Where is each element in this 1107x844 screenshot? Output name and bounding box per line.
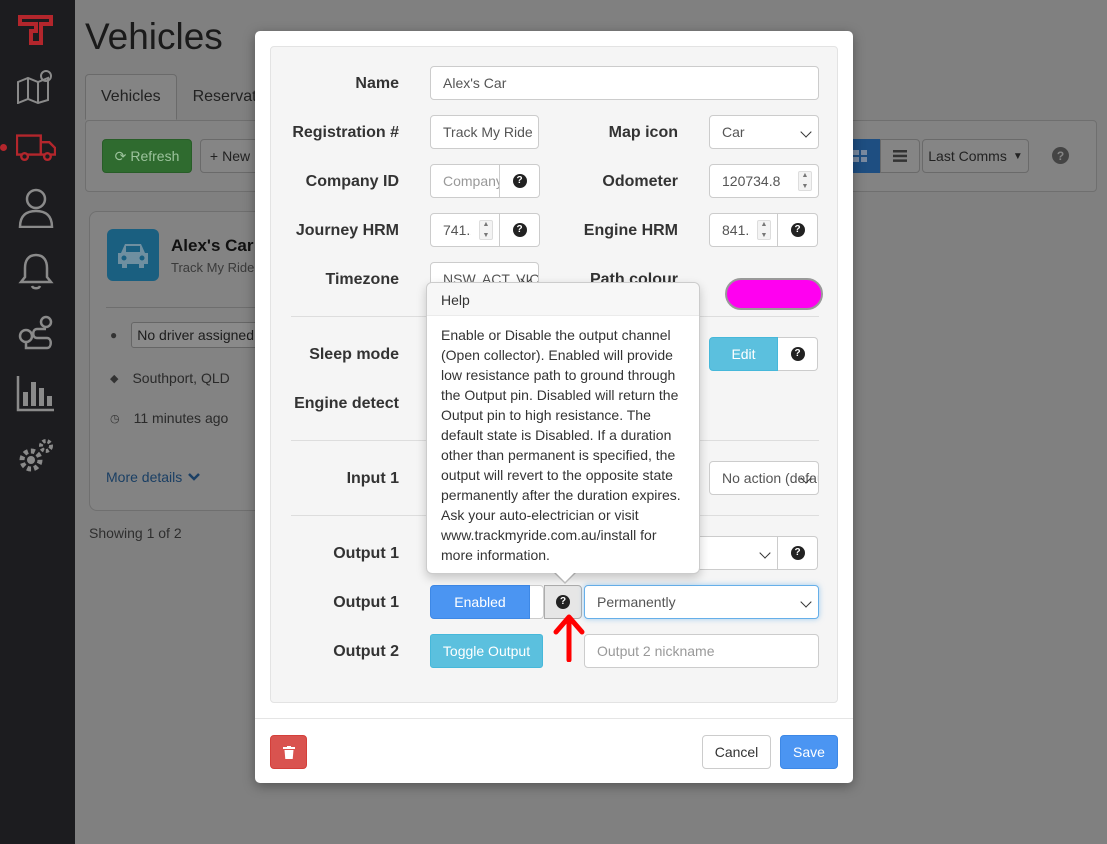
clock-icon: ◷	[110, 412, 120, 425]
refresh-icon: ⟳	[114, 147, 127, 164]
popover-title: Help	[427, 283, 699, 316]
output1-duration-select[interactable]: Permanently	[584, 585, 819, 619]
output1-state-label: Output 1	[333, 594, 399, 611]
number-spinner-icon[interactable]: ▲ ▼	[757, 220, 771, 240]
number-spinner-icon[interactable]: ▲ ▼	[798, 171, 812, 191]
bell-icon[interactable]	[16, 251, 56, 291]
question-circle-icon: ?	[512, 174, 527, 188]
active-indicator	[0, 144, 7, 151]
output2-label: Output 2	[333, 643, 399, 660]
timezone-label: Timezone	[325, 271, 400, 288]
brand-logo-icon[interactable]	[16, 10, 56, 50]
chevron-down-icon	[759, 547, 771, 559]
delete-vehicle-button[interactable]	[270, 735, 307, 769]
journey-hrm-input[interactable]: 741.2 ▲▼	[430, 213, 500, 247]
chevron-down-icon	[188, 473, 201, 481]
engine-detect-label: Engine detect	[294, 395, 399, 412]
gears-icon[interactable]	[16, 436, 56, 476]
grid-icon	[853, 150, 867, 162]
map-marker-icon: ◆	[110, 372, 119, 385]
name-input[interactable]: Alex's Car	[430, 66, 819, 100]
page-help-icon[interactable]: ?	[1052, 147, 1069, 164]
driver-select[interactable]: No driver assigned	[131, 322, 272, 348]
question-circle-icon: ?	[790, 546, 805, 560]
output1-switch-knob[interactable]	[530, 585, 544, 619]
output2-nickname-input[interactable]: Output 2 nickname	[584, 634, 819, 668]
output1-label: Output 1	[333, 545, 399, 562]
cancel-button[interactable]: Cancel	[702, 735, 771, 769]
plus-icon: +	[209, 148, 219, 164]
last-seen-row: ◷ 11 minutes ago	[110, 410, 229, 426]
tab-vehicles[interactable]: Vehicles	[85, 74, 177, 120]
driver-row: ● No driver assigned	[110, 322, 272, 348]
map-icon[interactable]	[16, 66, 56, 106]
registration-input[interactable]: Track My Ride	[430, 115, 539, 149]
list-icon	[893, 150, 907, 162]
input1-label: Input 1	[346, 470, 399, 487]
more-details-link[interactable]: More details	[106, 469, 201, 485]
input1-action-select[interactable]: No action (default)	[709, 461, 819, 495]
company-id-help-button[interactable]: ?	[500, 164, 540, 198]
engine-hrm-help-button[interactable]: ?	[778, 213, 818, 247]
engine-hrm-label: Engine HRM	[583, 222, 678, 239]
odometer-label: Odometer	[602, 173, 678, 190]
popover-content: Enable or Disable the output channel (Op…	[441, 327, 681, 563]
sleep-mode-help-button[interactable]: ?	[778, 337, 818, 371]
toggle-output2-button[interactable]: Toggle Output	[430, 634, 543, 668]
sleep-mode-edit-button[interactable]: Edit	[709, 337, 778, 371]
journey-hrm-help-button[interactable]: ?	[500, 213, 540, 247]
question-circle-icon: ?	[556, 595, 570, 609]
sort-dropdown[interactable]: Last Comms ▼	[922, 139, 1029, 173]
journey-hrm-label: Journey HRM	[295, 222, 399, 239]
annotation-arrow-icon	[553, 614, 585, 662]
engine-hrm-input[interactable]: 841.2 ▲▼	[709, 213, 778, 247]
bar-chart-icon[interactable]	[16, 373, 56, 413]
caret-down-icon: ▼	[1012, 150, 1023, 162]
help-popover: Help Enable or Disable the output channe…	[426, 282, 700, 584]
chevron-down-icon	[800, 596, 812, 608]
save-button[interactable]: Save	[780, 735, 838, 769]
car-icon	[107, 229, 159, 281]
path-colour-picker[interactable]	[725, 278, 823, 310]
modal-footer: Cancel Save	[255, 718, 853, 783]
location-row: ◆ Southport, QLD	[110, 370, 230, 386]
company-id-label: Company ID	[305, 173, 399, 190]
truck-icon[interactable]	[16, 127, 56, 167]
popover-arrow	[554, 572, 576, 584]
output1-enabled-toggle[interactable]: Enabled	[430, 585, 530, 619]
card-vehicle-name[interactable]: Alex's Car	[171, 236, 253, 256]
odometer-input[interactable]: 120734.8 ▲ ▼	[709, 164, 819, 198]
output1-type-help-button[interactable]: ?	[778, 536, 818, 570]
chevron-down-icon	[800, 126, 812, 138]
user-icon[interactable]	[16, 187, 56, 228]
trash-icon	[282, 745, 295, 759]
question-circle-icon: ?	[790, 223, 805, 237]
name-label: Name	[355, 75, 399, 92]
sidebar	[0, 0, 75, 844]
card-vehicle-subtitle: Track My Ride	[171, 260, 255, 275]
company-id-input[interactable]: Company ID	[430, 164, 500, 198]
pagination-status: Showing 1 of 2	[89, 525, 182, 541]
page-title: Vehicles	[85, 16, 223, 57]
question-circle-icon: ?	[790, 347, 805, 361]
question-circle-icon: ?	[512, 223, 527, 237]
route-icon[interactable]	[16, 313, 56, 353]
number-spinner-icon[interactable]: ▲ ▼	[479, 220, 493, 240]
new-vehicle-button[interactable]: + New	[200, 139, 260, 173]
user-small-icon: ●	[110, 328, 118, 342]
sleep-mode-label: Sleep mode	[309, 346, 399, 363]
registration-label: Registration #	[292, 124, 399, 141]
map-icon-select[interactable]: Car	[709, 115, 819, 149]
list-view-button[interactable]	[880, 139, 920, 173]
refresh-button[interactable]: ⟳ Refresh	[102, 139, 192, 173]
map-icon-label: Map icon	[608, 124, 678, 141]
